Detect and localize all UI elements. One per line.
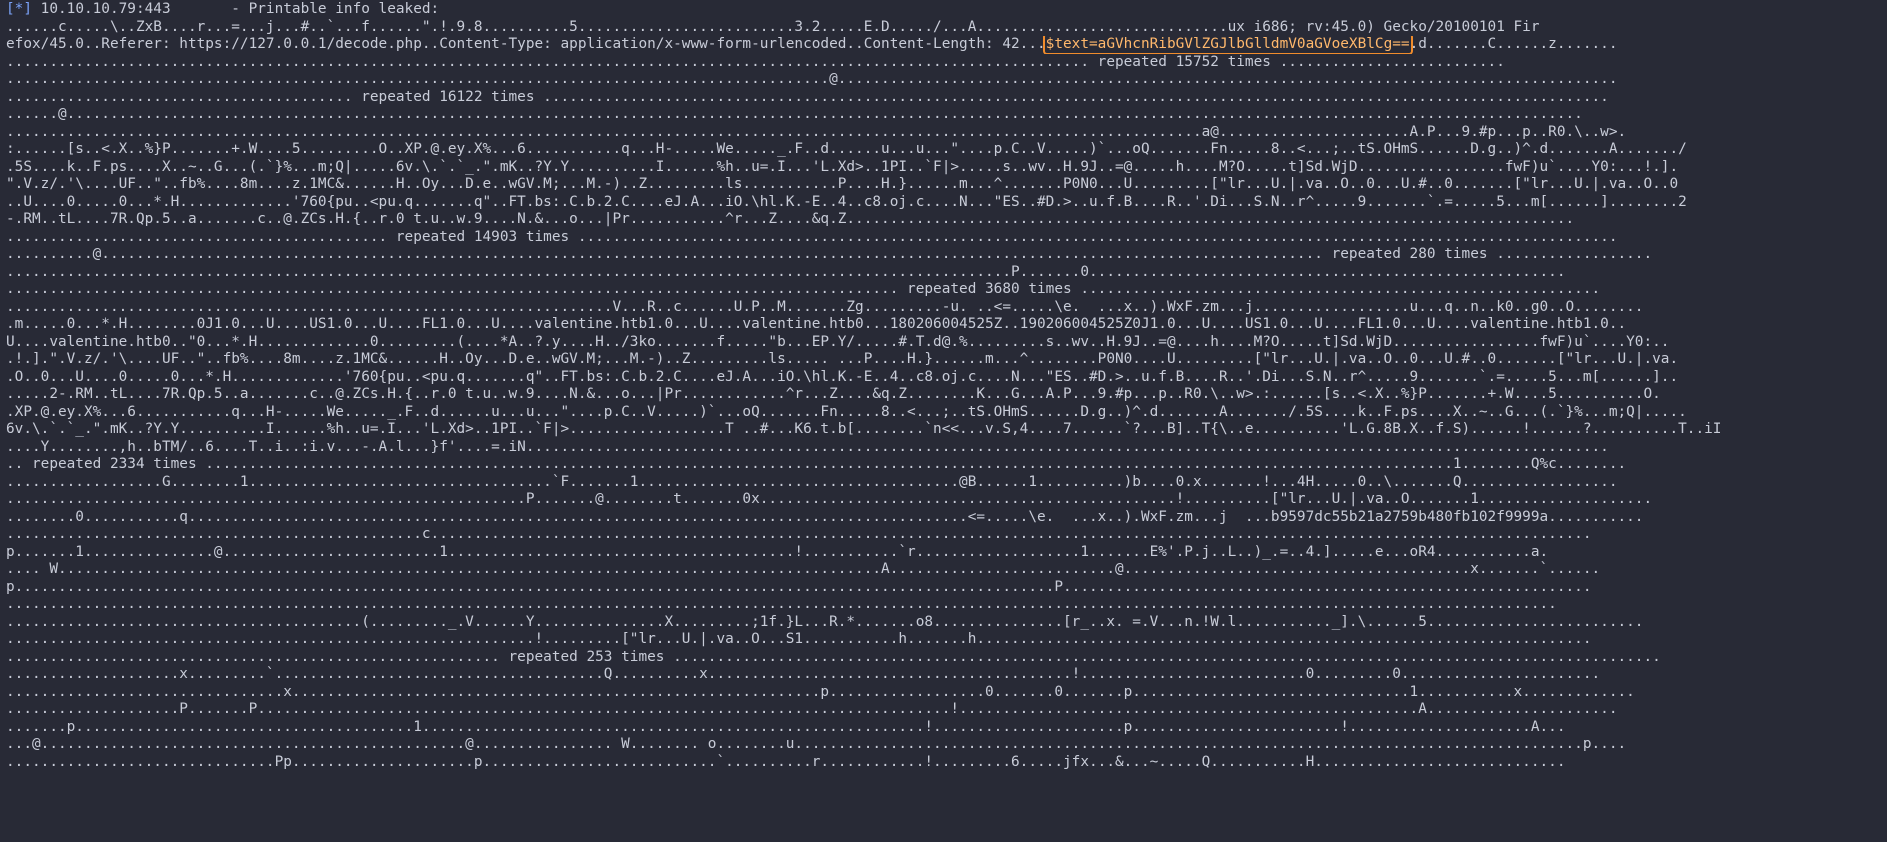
terminal-output-line: ......@.................................… — [6, 106, 1583, 122]
terminal-output-line: ....................x.........`.........… — [6, 666, 1601, 682]
terminal-output-line: ..U....0.....0...*.H.............'760{pu… — [6, 193, 1687, 210]
highlighted-leaked-secret: $text=aGVhcnRibGVlZGJlbGlldmV0aGVoeXBlCg… — [1042, 36, 1413, 54]
terminal-output-line: .....2-.RM..tL....7R.Qp.5..a.......c..@.… — [6, 386, 1661, 402]
output-text: .d.......C......z....... — [1409, 36, 1618, 52]
terminal-output-line: ........................................… — [6, 648, 1661, 665]
terminal-output-line: ....................P.......P...........… — [6, 701, 1618, 717]
terminal-output-line: ....Y........,h..bTM/..6....T..i..:i.v..… — [6, 438, 1609, 455]
terminal-output-line: ........................................… — [6, 491, 1653, 507]
info-prefix: [*] — [6, 1, 32, 17]
terminal-output-line: ........................................… — [6, 613, 1644, 630]
terminal-output-line: p.......................................… — [6, 578, 1592, 595]
terminal-output-line: ........................................… — [6, 53, 1505, 70]
terminal-output-line: ........0...........q...................… — [6, 508, 1644, 525]
terminal-output-line: .XP.@.ey.X%...6...........q...H-.....We.… — [6, 403, 1687, 420]
terminal-output-line: ........................................… — [6, 631, 1592, 647]
memory-dump-output: ........................................… — [6, 54, 1881, 772]
terminal-output-line: .. repeated 2334 times .................… — [6, 456, 1627, 472]
output-text: ......c.....\..ZxB....r...=...j...#..`..… — [6, 18, 1540, 35]
terminal-output-line: ................................x.......… — [6, 683, 1635, 700]
terminal-output-line: ..................G........1............… — [6, 473, 1618, 490]
terminal-output-line: U....valentine.htb0.."0...*.H...........… — [6, 333, 1670, 350]
terminal-output-line: ........................................… — [6, 263, 1566, 280]
terminal-output-line: p.......1...............@...............… — [6, 543, 1549, 560]
terminal-output-line: .O..0...U....0.....0...*.H.............'… — [6, 368, 1679, 385]
terminal-output-line: .!.].".V.z/.'\....UF.."..fb%....8m....z.… — [6, 351, 1679, 367]
terminal-output-line: .m.....0...*.H........0J1.0...U....US1.0… — [6, 316, 1627, 332]
terminal-output-line: ........................................… — [6, 123, 1627, 140]
terminal-output-line: ......c.....\..ZxB....r...=...j...#..`..… — [6, 19, 1881, 37]
output-text: efox/45.0..Referer: https://127.0.0.1/de… — [6, 36, 1046, 52]
terminal-output-line: ........................................… — [6, 526, 1592, 542]
terminal-output-line: 6v.\.`.`_.".mK..?Y.Y..........I......%h.… — [6, 421, 1722, 437]
terminal-output-line: ........................................… — [6, 71, 1618, 87]
terminal-output-line: ...............................Pp.......… — [6, 753, 1566, 770]
terminal-output-line: ..........@.............................… — [6, 246, 1653, 262]
terminal-output-line: .......p................................… — [6, 718, 1566, 735]
terminal-output-line: ........................................… — [6, 596, 1557, 612]
terminal-output-line: .... W..................................… — [6, 561, 1601, 577]
terminal-output-line: ........................................… — [6, 281, 1601, 297]
terminal-header-line: [*] 10.10.10.79:443 - Printable info lea… — [6, 1, 1881, 19]
terminal-output-line: -.RM..tL....7R.Qp.5..a.......c..@.ZCs.H.… — [6, 211, 1575, 227]
terminal-output-line: .5S....k..F.ps....X..~..G...(.`}%...m;Q|… — [6, 158, 1679, 175]
leak-announcement: 10.10.10.79:443 - Printable info leaked: — [32, 1, 440, 17]
terminal-output-line: ........................................… — [6, 88, 1609, 105]
terminal-output-line: ........................................… — [6, 298, 1644, 315]
terminal-output-line: ........................................… — [6, 228, 1618, 245]
terminal-output-line: ...@....................................… — [6, 736, 1627, 752]
terminal-output-line: :......[s..<.X..%}P.......+.W....5......… — [6, 141, 1687, 157]
terminal-window[interactable]: [*] 10.10.10.79:443 - Printable info lea… — [0, 0, 1887, 842]
terminal-output-line: ".V.z/.'\....UF.."..fb%....8m....z.1MC&.… — [6, 176, 1679, 192]
terminal-output-line: efox/45.0..Referer: https://127.0.0.1/de… — [6, 36, 1881, 54]
